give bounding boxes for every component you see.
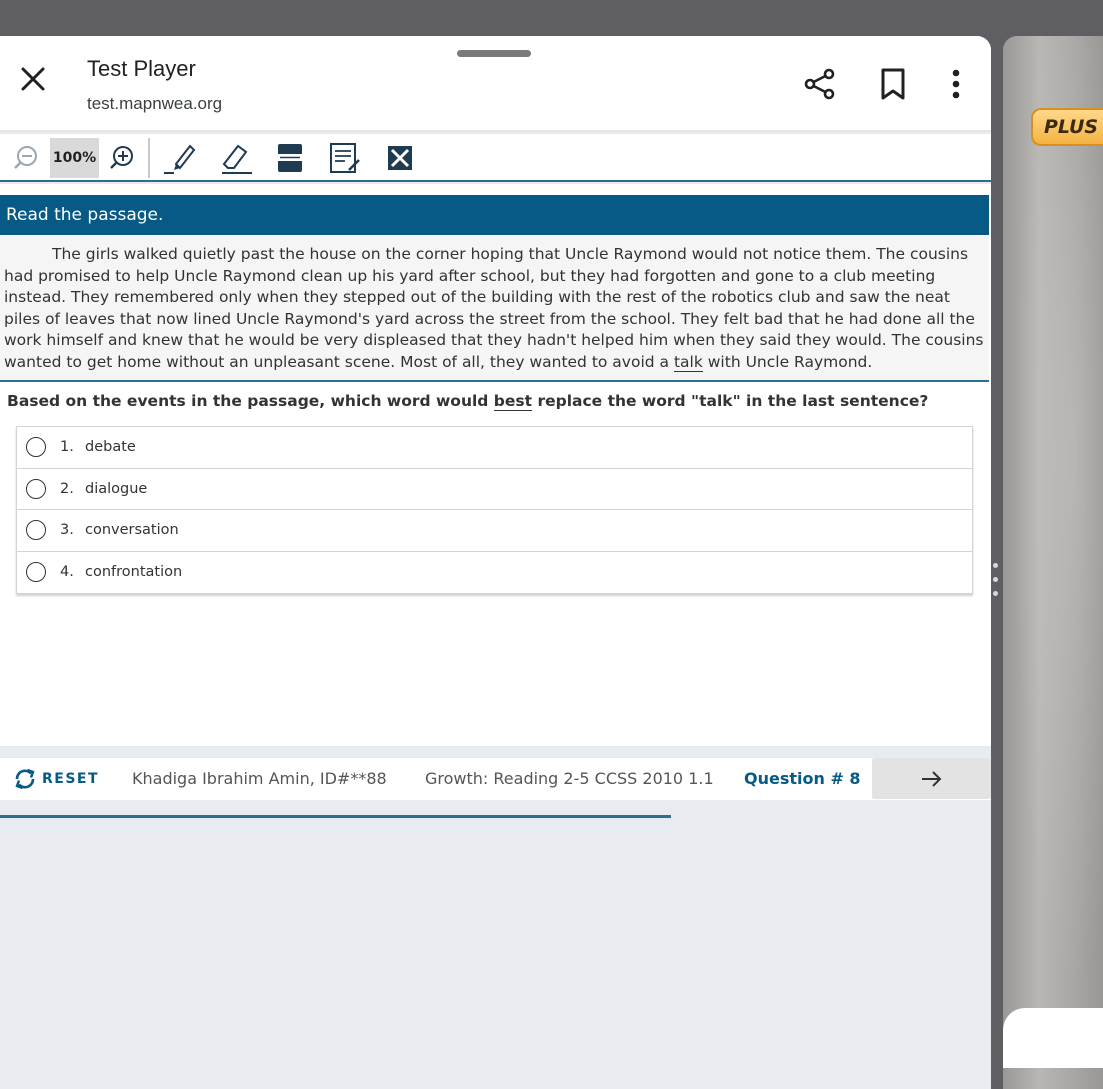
answer-choice-3[interactable]: 3. conversation (17, 510, 972, 552)
reset-label: RESET (42, 771, 100, 787)
split-screen-handle[interactable] (993, 563, 999, 603)
question-stem: Based on the events in the passage, whic… (7, 392, 929, 411)
close-button[interactable] (18, 64, 48, 94)
line-reader-icon (278, 144, 302, 172)
background-card (1003, 1008, 1103, 1068)
test-progress (0, 800, 991, 820)
zoom-out-icon (14, 146, 37, 169)
question-number: Question # 8 (744, 769, 861, 788)
passage-text: The girls walked quietly past the house … (0, 236, 989, 382)
plus-badge: PLUS (1031, 108, 1103, 146)
page-url: test.mapnwea.org (87, 94, 223, 113)
line-reader-button[interactable] (274, 140, 306, 176)
passage-body-end: with Uncle Raymond. (702, 352, 873, 371)
window-drag-handle[interactable] (457, 50, 531, 57)
question-text: Based on the events in the passage, whic… (7, 392, 494, 410)
test-footer: RESET Khadiga Ibrahim Amin, ID#**88 Grow… (0, 758, 991, 800)
choice-label: debate (85, 439, 136, 456)
radio-button[interactable] (26, 520, 46, 541)
question-emphasis: best (493, 392, 533, 411)
test-content: Read the passage. The girls walked quiet… (0, 184, 991, 746)
highlighter-icon (164, 144, 196, 174)
choice-label: dialogue (85, 480, 148, 497)
choice-number: 3. (60, 522, 74, 539)
answer-choices: 1. debate 2. dialogue 3. conversation 4.… (16, 426, 973, 594)
progress-bar-fill (0, 815, 671, 818)
answer-eliminator-icon (388, 146, 412, 170)
student-info: Khadiga Ibrahim Amin, ID#**88 (132, 769, 387, 788)
eraser-button[interactable] (218, 140, 254, 176)
answer-choice-4[interactable]: 4. confrontation (17, 552, 972, 594)
choice-number: 4. (60, 564, 74, 581)
radio-button[interactable] (26, 478, 46, 499)
zoom-in-button[interactable] (108, 140, 136, 176)
page-title: Test Player (87, 56, 196, 81)
share-icon (804, 68, 835, 100)
passage-target-word: talk (673, 352, 703, 372)
footer-separator (0, 746, 991, 758)
highlighter-button[interactable] (162, 140, 198, 176)
question-text-end: replace the word "talk" in the last sent… (532, 392, 929, 410)
background-app-panel: PLUS (1003, 36, 1103, 1089)
toolbar-divider (148, 138, 150, 178)
answer-choice-1[interactable]: 1. debate (17, 427, 972, 469)
bookmark-icon (881, 68, 905, 100)
next-button[interactable] (872, 758, 991, 799)
browser-window: Test Player test.mapnwea.org 100% Read t… (0, 36, 991, 1089)
bookmark-button[interactable] (878, 67, 908, 101)
test-name: Growth: Reading 2-5 CCSS 2010 1.1 (425, 769, 714, 788)
notepad-button[interactable] (327, 140, 363, 176)
notepad-icon (330, 143, 360, 173)
choice-label: confrontation (85, 564, 183, 581)
reset-icon (15, 768, 35, 790)
answer-choice-2[interactable]: 2. dialogue (17, 469, 972, 510)
more-options-button[interactable] (944, 67, 968, 101)
zoom-level: 100% (50, 138, 99, 178)
arrow-right-icon (921, 770, 941, 787)
choice-number: 2. (60, 480, 74, 497)
choice-number: 1. (60, 439, 74, 456)
more-vert-icon (952, 69, 960, 99)
passage-heading: Read the passage. (0, 195, 989, 235)
choice-label: conversation (85, 522, 179, 539)
close-icon (21, 67, 45, 91)
share-button[interactable] (803, 67, 837, 101)
zoom-out-button[interactable] (12, 140, 40, 176)
zoom-in-icon (110, 146, 133, 169)
reset-button[interactable]: RESET (13, 767, 99, 791)
radio-button[interactable] (26, 562, 46, 583)
test-toolbar: 100% (0, 134, 991, 182)
eraser-icon (222, 144, 252, 174)
answer-eliminator-button[interactable] (384, 140, 416, 176)
radio-button[interactable] (26, 437, 46, 458)
